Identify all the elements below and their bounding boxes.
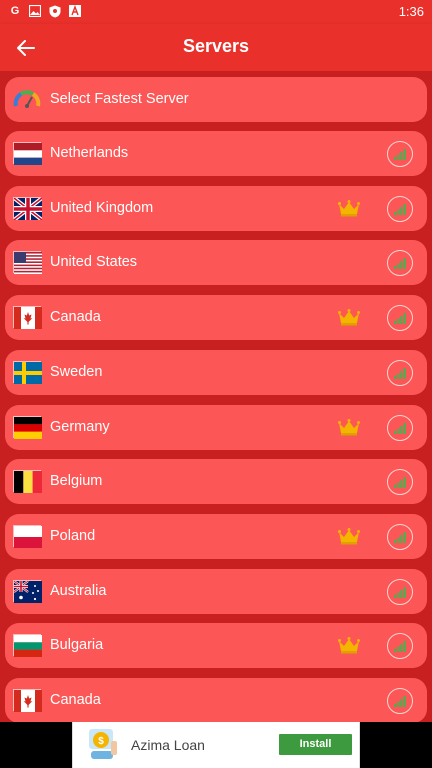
signal-icon [387, 195, 413, 222]
flag-se-icon [13, 360, 42, 384]
flag-pl-icon [13, 524, 42, 548]
ad-side-left [0, 722, 72, 768]
image-icon [28, 4, 42, 18]
server-row[interactable]: Germany [5, 404, 427, 450]
status-icons: G [8, 4, 82, 18]
flag-us-icon [13, 251, 42, 275]
server-row[interactable]: Belgium [5, 459, 427, 505]
page-title: Servers [182, 36, 250, 56]
server-row[interactable]: United Kingdom [5, 185, 427, 231]
server-name: United Kingdom [50, 199, 154, 216]
flag-uk-icon [13, 196, 42, 220]
app-bar: Servers [0, 24, 432, 71]
signal-icon [387, 141, 413, 167]
fastest-server-row[interactable]: Select Fastest Server [5, 77, 427, 122]
install-button[interactable]: Install [279, 734, 352, 755]
server-row[interactable]: Bulgaria [5, 623, 427, 669]
server-name: Poland [50, 527, 96, 544]
signal-icon [387, 305, 413, 332]
signal-icon [387, 688, 413, 714]
google-icon: G [10, 5, 20, 17]
server-row[interactable]: Canada [5, 678, 427, 722]
server-name: Canada [50, 692, 101, 708]
server-row[interactable]: Sweden [5, 349, 427, 395]
svg-text:$: $ [98, 736, 104, 747]
signal-icon [387, 633, 413, 660]
server-name: United States [50, 254, 138, 271]
server-name: Belgium [50, 473, 103, 490]
flag-bg-icon [13, 634, 42, 658]
server-name: Netherlands [50, 145, 129, 161]
fastest-server-label: Select Fastest Server [50, 91, 189, 107]
signal-icon [387, 523, 413, 550]
server-name: Bulgaria [50, 637, 104, 654]
crown-icon [338, 309, 360, 326]
flag-au-icon [13, 579, 42, 603]
ad-banner[interactable]: $ Azima Loan Install [0, 722, 432, 768]
shield-icon [48, 4, 62, 18]
server-row[interactable]: United States [5, 240, 427, 286]
signal-icon [387, 578, 413, 605]
status-bar: G 1:36 [0, 0, 432, 24]
crown-icon [338, 418, 360, 436]
server-row[interactable]: Australia [5, 568, 427, 614]
crown-icon [338, 199, 360, 217]
ad-side-right [360, 722, 432, 768]
crown-icon [338, 637, 360, 654]
server-name: Australia [50, 582, 107, 599]
signal-icon [387, 414, 413, 441]
ad-app-name: Azima Loan [131, 737, 205, 753]
a-icon [68, 4, 82, 18]
server-list[interactable]: Select Fastest Server Netherlands United … [0, 71, 432, 722]
flag-nl-icon [13, 142, 42, 165]
ad-content[interactable]: $ Azima Loan Install [72, 722, 360, 768]
signal-icon [387, 469, 413, 496]
speedometer-icon [13, 90, 41, 108]
server-name: Canada [50, 309, 101, 326]
loan-app-icon: $ [89, 729, 117, 759]
flag-ca-icon [13, 306, 42, 330]
status-time: 1:36 [398, 4, 424, 19]
server-name: Germany [50, 418, 110, 435]
server-row[interactable]: Canada [5, 295, 427, 341]
flag-de-icon [13, 415, 42, 439]
server-row[interactable]: Poland [5, 513, 427, 559]
signal-icon [387, 359, 413, 386]
server-row[interactable]: Netherlands [5, 131, 427, 176]
crown-icon [338, 527, 360, 545]
server-name: Sweden [50, 363, 103, 380]
flag-be-icon [13, 470, 42, 494]
signal-icon [387, 250, 413, 277]
flag-ca-icon [13, 689, 42, 712]
